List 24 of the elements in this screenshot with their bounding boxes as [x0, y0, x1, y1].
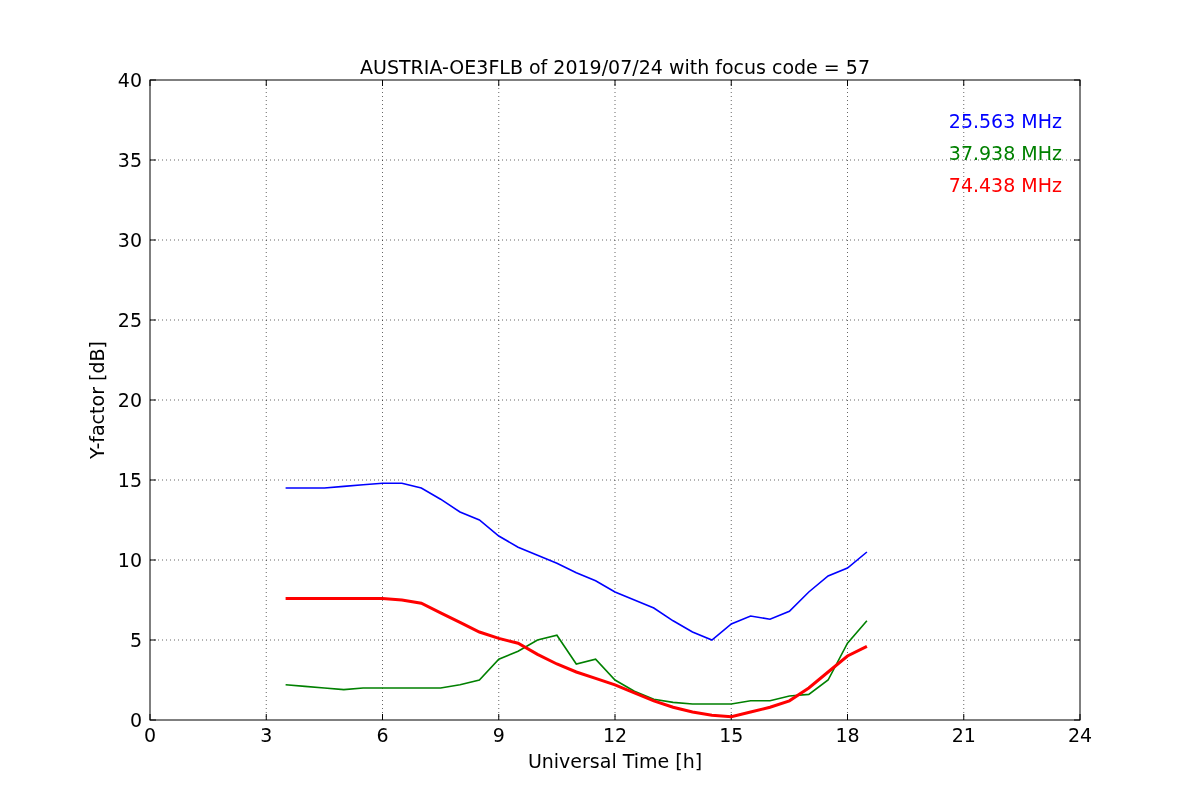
y-tick-label: 20 — [117, 389, 142, 411]
y-tick-label: 0 — [129, 709, 142, 731]
x-tick-label: 9 — [492, 724, 505, 746]
x-axis-title: Universal Time [h] — [527, 750, 703, 772]
x-tick-label: 0 — [143, 724, 157, 746]
y-tick-label: 30 — [117, 229, 142, 251]
y-tick-label: 5 — [129, 629, 142, 651]
y-axis-title: Y-factor [dB] — [86, 341, 108, 459]
y-tick-label: 35 — [117, 149, 142, 171]
x-tick-label: 18 — [835, 724, 860, 746]
x-tick-label: 12 — [602, 724, 628, 746]
x-tick-label: 6 — [376, 724, 389, 746]
legend-label: 74.438 MHz — [948, 174, 1062, 196]
y-tick-label: 10 — [117, 549, 142, 571]
y-tick-label: 15 — [117, 469, 142, 491]
chart-title: AUSTRIA-OE3FLB of 2019/07/24 with focus code = 57 — [360, 56, 870, 78]
legend-label: 25.563 MHz — [948, 110, 1062, 132]
y-tick-label: 25 — [117, 309, 142, 331]
x-tick-label: 21 — [951, 724, 976, 746]
x-tick-label: 24 — [1067, 724, 1093, 746]
legend-label: 37.938 MHz — [948, 142, 1062, 164]
y-tick-label: 40 — [117, 69, 142, 91]
x-tick-label: 3 — [260, 724, 273, 746]
x-tick-label: 15 — [719, 724, 744, 746]
